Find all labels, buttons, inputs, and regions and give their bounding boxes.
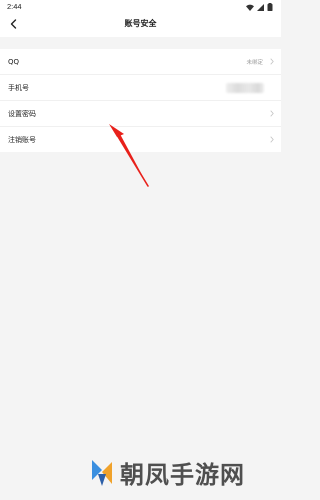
qq-binding-status: 未绑定 xyxy=(246,59,263,66)
site-logo-icon xyxy=(92,460,112,486)
watermark-text: 朝凤手游网 xyxy=(120,460,245,489)
row-set-password[interactable]: 设置密码 xyxy=(0,101,281,127)
chevron-right-icon xyxy=(270,136,274,143)
status-bar: 2:44 xyxy=(0,0,281,13)
watermark: 朝凤手游网 xyxy=(88,452,245,492)
row-qq[interactable]: QQ 未绑定 xyxy=(0,49,281,75)
row-label-qq: QQ xyxy=(8,57,20,66)
status-icons xyxy=(246,3,273,11)
battery-icon xyxy=(267,3,273,11)
row-label-phone: 手机号 xyxy=(8,83,29,92)
wifi-icon xyxy=(246,4,254,11)
row-phone[interactable]: 手机号 xyxy=(0,75,281,101)
page-title: 账号安全 xyxy=(124,19,157,28)
row-label-set-password: 设置密码 xyxy=(8,109,36,118)
chevron-right-icon xyxy=(270,58,274,65)
phone-number-redacted xyxy=(226,82,264,93)
row-label-cancel-account: 注销账号 xyxy=(8,135,36,144)
row-cancel-account[interactable]: 注销账号 xyxy=(0,127,281,152)
settings-list: QQ 未绑定 手机号 设置密码 注销账号 xyxy=(0,49,281,152)
signal-icon xyxy=(257,3,264,11)
title-bar: 账号安全 xyxy=(0,13,281,37)
chevron-right-icon xyxy=(270,110,274,117)
status-time: 2:44 xyxy=(7,2,22,11)
